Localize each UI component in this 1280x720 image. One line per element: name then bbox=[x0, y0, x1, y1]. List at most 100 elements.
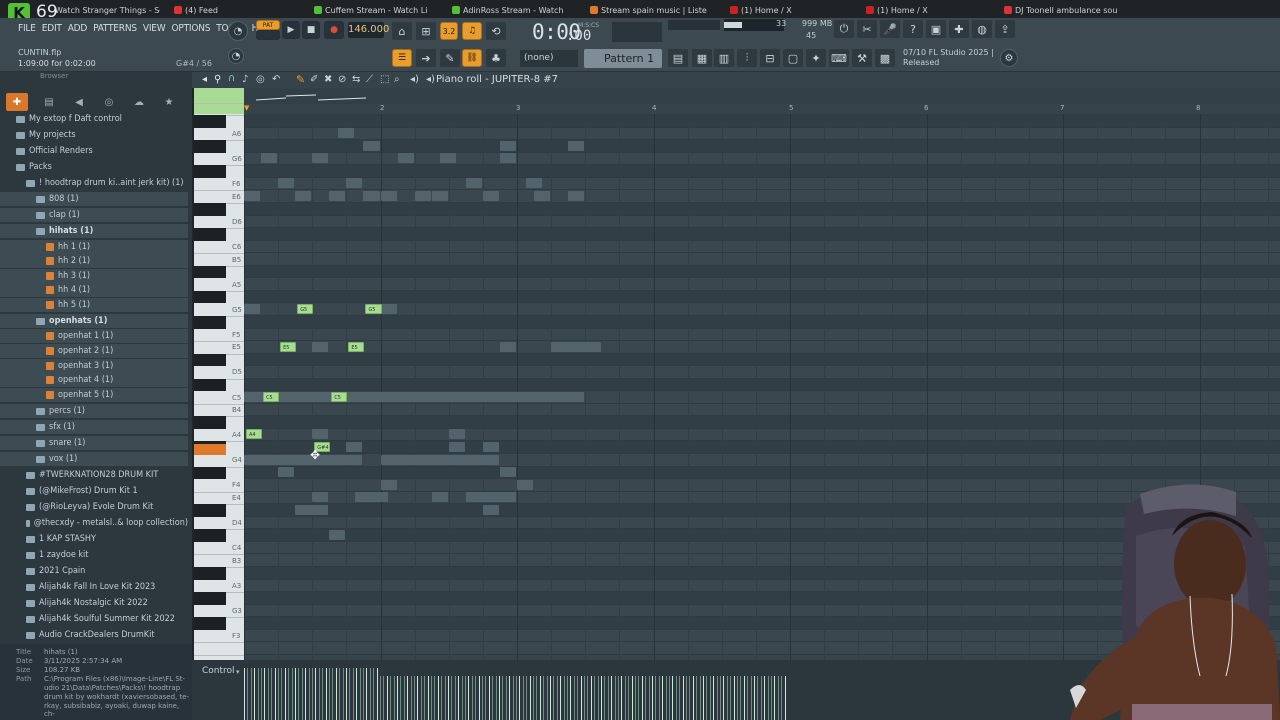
browser-tab[interactable]: (1) Home / X bbox=[730, 3, 856, 17]
velocity-bar[interactable] bbox=[726, 676, 728, 720]
browser-folder-item[interactable]: 1 zaydoe kit bbox=[0, 548, 188, 562]
tempo-display[interactable]: 146.000 bbox=[348, 22, 389, 38]
tool-delete-icon[interactable]: ✖ bbox=[324, 74, 332, 85]
velocity-bar[interactable] bbox=[254, 668, 256, 720]
velocity-bar[interactable] bbox=[777, 676, 779, 720]
pattern-select[interactable]: Pattern 1 bbox=[584, 49, 662, 68]
browser-folder-item[interactable]: percs (1) bbox=[0, 404, 188, 418]
velocity-bar[interactable] bbox=[543, 676, 545, 720]
menu-view[interactable]: VIEW bbox=[143, 23, 166, 34]
velocity-bar[interactable] bbox=[539, 676, 541, 720]
black-key[interactable] bbox=[194, 378, 226, 392]
velocity-bar[interactable] bbox=[257, 668, 259, 720]
browser-folder-item[interactable]: clap (1) bbox=[0, 208, 188, 222]
velocity-bar[interactable] bbox=[519, 676, 521, 720]
channel-rack-icon[interactable]: ▥ bbox=[714, 49, 734, 67]
velocity-bar[interactable] bbox=[635, 676, 636, 720]
browser-file-item[interactable]: hh 1 (1) bbox=[0, 240, 188, 254]
velocity-bar[interactable] bbox=[444, 676, 446, 720]
velocity-bar[interactable] bbox=[601, 676, 602, 720]
browser-file-item[interactable]: openhat 1 (1) bbox=[0, 329, 188, 343]
velocity-bar[interactable] bbox=[312, 668, 313, 720]
velocity-bar[interactable] bbox=[373, 668, 375, 720]
browser-folder-item[interactable]: Packs bbox=[0, 160, 188, 174]
velocity-bar[interactable] bbox=[604, 676, 606, 720]
velocity-bar[interactable] bbox=[618, 676, 619, 720]
velocity-bar[interactable] bbox=[771, 676, 772, 720]
wrench-icon[interactable]: ⚒ bbox=[852, 49, 872, 67]
velocity-bar[interactable] bbox=[696, 676, 698, 720]
velocity-bar[interactable] bbox=[686, 676, 687, 720]
browser-folder-item[interactable]: (@RioLeyva) Evole Drum Kit bbox=[0, 500, 188, 514]
browser-tab[interactable]: Watch Stranger Things - Se bbox=[52, 3, 160, 17]
speaker-icon[interactable]: ◂) bbox=[426, 74, 435, 85]
velocity-bar[interactable] bbox=[417, 676, 419, 720]
velocity-bar[interactable] bbox=[645, 676, 647, 720]
template-icon[interactable]: ▩ bbox=[875, 49, 895, 67]
velocity-bar[interactable] bbox=[376, 668, 378, 720]
black-key[interactable] bbox=[194, 228, 226, 241]
velocity-bar[interactable] bbox=[720, 676, 721, 720]
velocity-bar[interactable] bbox=[342, 668, 344, 720]
velocity-bar[interactable] bbox=[271, 668, 273, 720]
velocity-bar[interactable] bbox=[733, 676, 735, 720]
velocity-bar[interactable] bbox=[580, 676, 582, 720]
velocity-bar[interactable] bbox=[492, 676, 494, 720]
browser-folder-item[interactable]: 2021 Cpain bbox=[0, 564, 188, 578]
velocity-bar[interactable] bbox=[567, 676, 568, 720]
note[interactable]: C5 bbox=[331, 391, 348, 402]
velocity-bar[interactable] bbox=[278, 668, 279, 720]
mixer-icon[interactable]: ⫶ bbox=[737, 49, 757, 67]
file-icon[interactable]: ▢ bbox=[783, 49, 803, 67]
play-button[interactable]: ▶ bbox=[282, 21, 300, 39]
browser-file-item[interactable]: openhat 2 (1) bbox=[0, 344, 188, 358]
upload-icon[interactable]: ⇪ bbox=[995, 20, 1015, 38]
black-key[interactable] bbox=[194, 566, 226, 580]
velocity-bar[interactable] bbox=[291, 668, 293, 720]
tool-select-icon[interactable]: ⬚ bbox=[380, 74, 389, 85]
browser-tab[interactable]: DJ Toonell ambulance sou bbox=[1004, 3, 1140, 17]
browser-cloud-button[interactable]: ☁ bbox=[128, 93, 150, 111]
browser-folder-item[interactable]: (@MikeFrost) Drum Kit 1 bbox=[0, 484, 188, 498]
browser-folder-item[interactable]: Alijah4k Nostalgic Kit 2022 bbox=[0, 596, 188, 610]
velocity-bar[interactable] bbox=[458, 676, 460, 720]
tool-zoom-icon[interactable]: ⌕ bbox=[394, 74, 400, 85]
control-target-label[interactable]: Control bbox=[202, 666, 235, 676]
velocity-bar[interactable] bbox=[563, 676, 565, 720]
velocity-bar[interactable] bbox=[247, 668, 249, 720]
song-mode-toggle[interactable] bbox=[256, 30, 280, 40]
pat-song-toggle[interactable]: PAT bbox=[256, 20, 280, 30]
browser-target-button[interactable]: ◎ bbox=[98, 93, 120, 111]
velocity-bar[interactable] bbox=[740, 676, 742, 720]
browser-tab[interactable]: (1) Home / X bbox=[866, 3, 992, 17]
velocity-bar[interactable] bbox=[607, 676, 609, 720]
piano-roll-menu-icon[interactable]: ◂ bbox=[202, 74, 207, 85]
velocity-bar[interactable] bbox=[363, 668, 364, 720]
browser-tab[interactable]: AdinRoss Stream - Watch bbox=[452, 3, 572, 17]
browser-folder-item[interactable]: ! hoodtrap drum ki..aint jerk kit) (1) bbox=[0, 176, 188, 190]
browser-folder-item[interactable]: 1 KAP STASHY bbox=[0, 532, 188, 546]
browser-tab[interactable]: Stream spain music | Liste bbox=[590, 3, 716, 17]
browser-file-item[interactable]: hh 3 (1) bbox=[0, 269, 188, 283]
menu-edit[interactable]: EDIT bbox=[42, 23, 62, 34]
velocity-bar[interactable] bbox=[485, 676, 487, 720]
velocity-bar[interactable] bbox=[332, 668, 334, 720]
browser-favorites-button[interactable]: ★ bbox=[158, 93, 180, 111]
browser-folder-item[interactable]: Alijah4k Fall In Love Kit 2023 bbox=[0, 580, 188, 594]
velocity-bar[interactable] bbox=[638, 676, 640, 720]
velocity-bar[interactable] bbox=[747, 676, 749, 720]
velocity-bar[interactable] bbox=[261, 668, 262, 720]
note[interactable]: A4 bbox=[246, 429, 263, 440]
velocity-bar[interactable] bbox=[424, 676, 426, 720]
browser-project-button[interactable]: ▤ bbox=[38, 93, 60, 111]
velocity-bar[interactable] bbox=[427, 676, 429, 720]
velocity-bar[interactable] bbox=[315, 668, 317, 720]
chat-icon[interactable]: ◍ bbox=[972, 20, 992, 38]
pitch-knob-icon[interactable]: ◔ bbox=[228, 48, 244, 64]
velocity-lane[interactable] bbox=[244, 664, 790, 720]
velocity-bar[interactable] bbox=[767, 676, 769, 720]
velocity-bar[interactable] bbox=[577, 676, 579, 720]
velocity-bar[interactable] bbox=[764, 676, 766, 720]
menu-file[interactable]: FILE bbox=[18, 23, 36, 34]
velocity-bar[interactable] bbox=[322, 668, 324, 720]
